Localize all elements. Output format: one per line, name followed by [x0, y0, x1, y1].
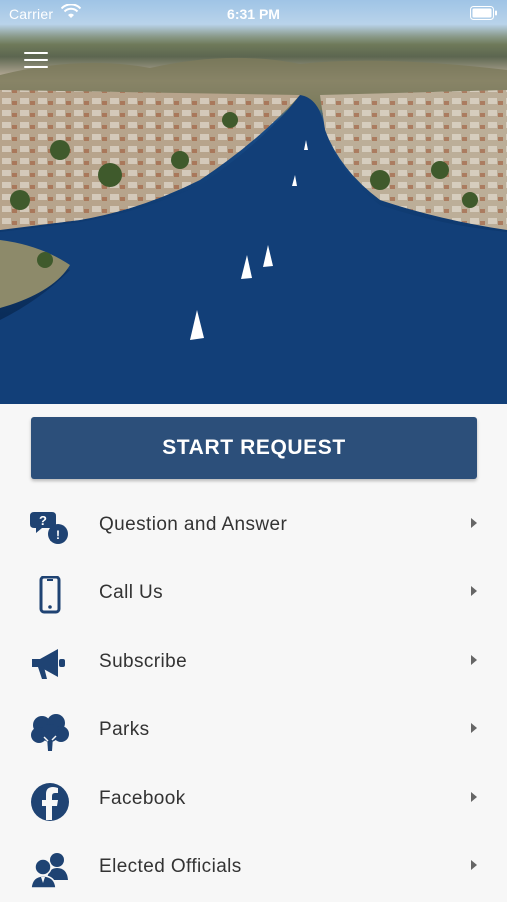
officials-icon — [30, 850, 70, 890]
chevron-right-icon — [471, 791, 477, 802]
menu-item-label: Elected Officials — [99, 855, 242, 877]
phone-icon — [30, 575, 70, 616]
status-time: 6:31 PM — [227, 6, 280, 22]
menu-item-label: Subscribe — [99, 650, 188, 672]
status-bar: Carrier 6:31 PM — [0, 0, 507, 28]
chevron-right-icon — [471, 723, 477, 734]
menu-list: ? ! Question and Answer Call Us Subscrib… — [0, 492, 507, 902]
svg-text:?: ? — [39, 513, 47, 528]
menu-item-facebook[interactable]: Facebook — [0, 766, 507, 834]
lake-photo — [0, 57, 507, 404]
tree-icon — [30, 713, 70, 753]
menu-item-elected-officials[interactable]: Elected Officials — [0, 834, 507, 902]
chevron-right-icon — [471, 586, 477, 597]
chevron-right-icon — [471, 518, 477, 528]
menu-item-label: Call Us — [99, 582, 164, 604]
battery-icon — [470, 6, 498, 23]
facebook-icon — [30, 782, 70, 822]
menu-item-subscribe[interactable]: Subscribe — [0, 629, 507, 697]
menu-item-parks[interactable]: Parks — [0, 697, 507, 765]
menu-item-question-and-answer[interactable]: ? ! Question and Answer — [0, 492, 507, 560]
chevron-right-icon — [471, 859, 477, 870]
chevron-right-icon — [471, 654, 477, 665]
menu-item-call-us[interactable]: Call Us — [0, 560, 507, 628]
start-request-button[interactable]: START REQUEST — [31, 417, 477, 479]
svg-text:!: ! — [56, 528, 60, 542]
menu-item-label: Facebook — [99, 787, 186, 809]
hamburger-menu-icon[interactable] — [24, 52, 48, 70]
megaphone-icon — [30, 645, 70, 685]
question-bubbles-icon: ? ! — [30, 508, 70, 548]
menu-item-label: Question and Answer — [99, 514, 288, 535]
menu-item-label: Parks — [99, 719, 150, 741]
hero-image: Carrier 6:31 PM — [0, 0, 507, 404]
